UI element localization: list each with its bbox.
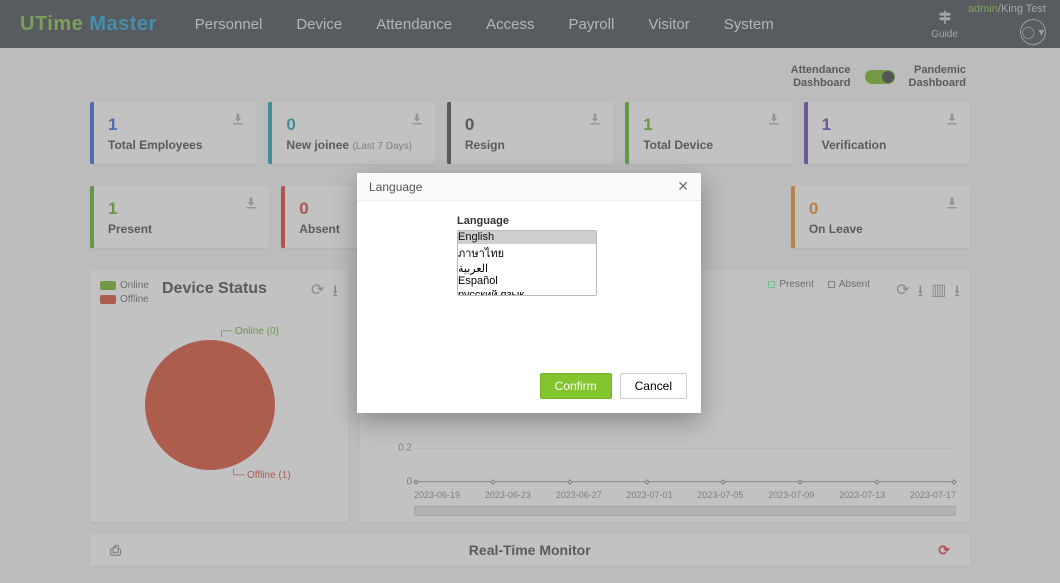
confirm-button[interactable]: Confirm	[540, 373, 612, 399]
language-field-label: Language	[457, 215, 687, 227]
cancel-button[interactable]: Cancel	[620, 373, 687, 399]
modal-title: Language	[369, 180, 422, 194]
language-select[interactable]: EnglishภาษาไทยالعربيةEspañolрусский язык…	[457, 230, 597, 296]
language-modal: Language ✕ Language Englishภาษาไทยالعربي…	[357, 173, 701, 413]
close-icon[interactable]: ✕	[677, 178, 689, 195]
modal-header: Language ✕	[357, 173, 701, 201]
